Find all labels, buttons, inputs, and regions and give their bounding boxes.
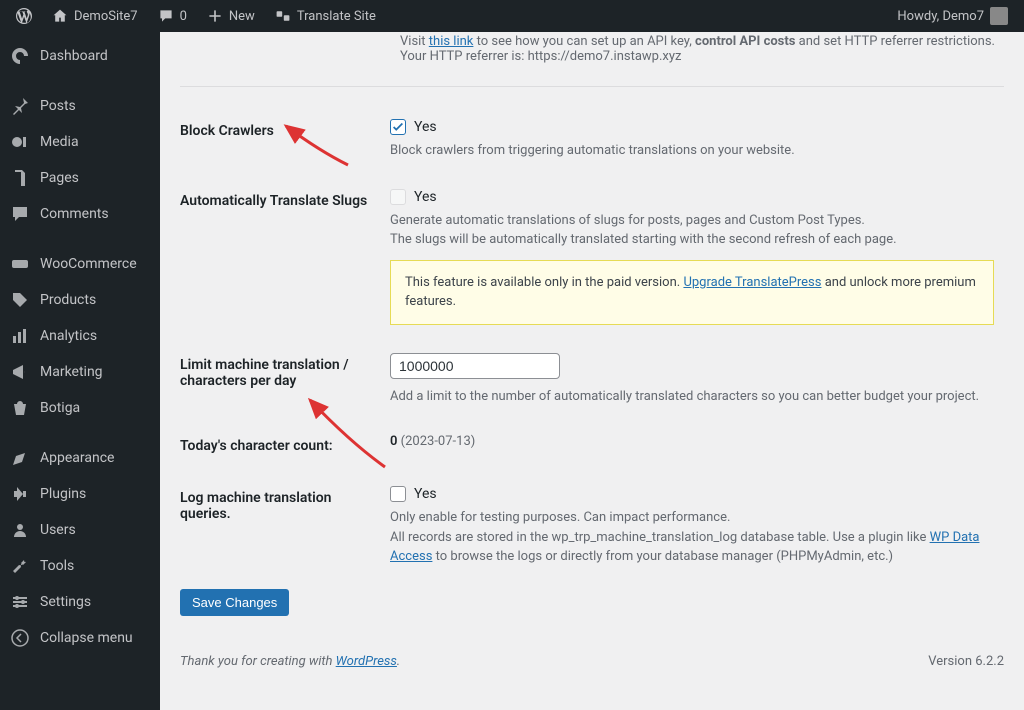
sidebar-item-marketing[interactable]: Marketing [0, 354, 160, 390]
plus-icon [207, 8, 223, 24]
users-icon [10, 520, 30, 540]
sidebar-item-comments[interactable]: Comments [0, 196, 160, 232]
truncated-text: Visit this link to see how you can set u… [400, 32, 1004, 74]
footer: Thank you for creating with WordPress. V… [160, 636, 1024, 677]
sidebar-item-media[interactable]: Media [0, 124, 160, 160]
api-link[interactable]: this link [429, 34, 474, 49]
marketing-icon [10, 362, 30, 382]
dashboard-icon [10, 46, 30, 66]
wordpress-icon [16, 8, 32, 24]
botiga-icon [10, 398, 30, 418]
sidebar-item-appearance[interactable]: Appearance [0, 440, 160, 476]
limit-input[interactable] [390, 353, 560, 379]
checkbox-label: Yes [414, 189, 437, 205]
tools-icon [10, 556, 30, 576]
sidebar-label: Tools [40, 558, 74, 574]
settings-icon [10, 592, 30, 612]
admin-sidebar: Dashboard Posts Media Pages Comments Woo… [0, 32, 160, 710]
sidebar-label: WooCommerce [40, 256, 137, 272]
site-link[interactable]: DemoSite7 [44, 0, 146, 32]
comment-icon [158, 8, 174, 24]
sidebar-item-settings[interactable]: Settings [0, 584, 160, 620]
content-area: Visit this link to see how you can set u… [160, 32, 1024, 710]
sidebar-item-pages[interactable]: Pages [0, 160, 160, 196]
translate-link[interactable]: Translate Site [267, 0, 384, 32]
sidebar-label: Analytics [40, 328, 97, 344]
new-link[interactable]: New [199, 0, 263, 32]
upgrade-notice: This feature is available only in the pa… [390, 260, 994, 325]
comments-link[interactable]: 0 [150, 0, 195, 32]
howdy-link[interactable]: Howdy, Demo7 [889, 0, 1016, 32]
field-desc: Only enable for testing purposes. Can im… [390, 508, 994, 567]
field-desc: Add a limit to the number of automatical… [390, 387, 994, 407]
sidebar-label: Products [40, 292, 96, 308]
sidebar-label: Botiga [40, 400, 80, 416]
today-count-date: (2023-07-13) [397, 434, 475, 449]
auto-slugs-checkbox[interactable] [390, 189, 406, 205]
sidebar-label: Media [40, 134, 79, 150]
sidebar-item-posts[interactable]: Posts [0, 88, 160, 124]
sidebar-item-dashboard[interactable]: Dashboard [0, 38, 160, 74]
sidebar-collapse[interactable]: Collapse menu [0, 620, 160, 656]
block-crawlers-checkbox[interactable] [390, 119, 406, 135]
wp-logo[interactable] [8, 0, 40, 32]
field-desc: Generate automatic translations of slugs… [390, 211, 994, 250]
products-icon [10, 290, 30, 310]
sidebar-label: Posts [40, 98, 76, 114]
home-icon [52, 8, 68, 24]
woo-icon [10, 254, 30, 274]
sidebar-item-users[interactable]: Users [0, 512, 160, 548]
sidebar-label: Appearance [40, 450, 114, 466]
sidebar-label: Users [40, 522, 76, 538]
sidebar-item-tools[interactable]: Tools [0, 548, 160, 584]
collapse-icon [10, 628, 30, 648]
comments-count: 0 [180, 9, 187, 24]
field-desc: Block crawlers from triggering automatic… [390, 141, 994, 161]
checkbox-label: Yes [414, 119, 437, 135]
sidebar-label: Plugins [40, 486, 86, 502]
upgrade-link[interactable]: Upgrade TranslatePress [683, 275, 821, 290]
sidebar-item-products[interactable]: Products [0, 282, 160, 318]
row-label-auto-slugs: Automatically Translate Slugs [180, 175, 390, 339]
row-label-today-count: Today's character count: [180, 420, 390, 472]
new-label: New [229, 9, 255, 24]
comment-icon [10, 204, 30, 224]
appearance-icon [10, 448, 30, 468]
pages-icon [10, 168, 30, 188]
sidebar-label: Dashboard [40, 48, 108, 64]
log-queries-checkbox[interactable] [390, 486, 406, 502]
wordpress-link[interactable]: WordPress [336, 654, 397, 669]
plugins-icon [10, 484, 30, 504]
translate-icon [275, 8, 291, 24]
media-icon [10, 132, 30, 152]
translate-label: Translate Site [297, 9, 376, 24]
collapse-label: Collapse menu [40, 630, 133, 646]
row-label-log-queries: Log machine translation queries. [180, 472, 390, 581]
sidebar-item-woocommerce[interactable]: WooCommerce [0, 246, 160, 282]
sidebar-item-analytics[interactable]: Analytics [0, 318, 160, 354]
row-label-block-crawlers: Block Crawlers [180, 105, 390, 175]
pin-icon [10, 96, 30, 116]
checkbox-label: Yes [414, 486, 437, 502]
row-label-limit: Limit machine translation / characters p… [180, 339, 390, 421]
save-button[interactable]: Save Changes [180, 589, 289, 616]
analytics-icon [10, 326, 30, 346]
sidebar-label: Comments [40, 206, 109, 222]
howdy-text: Howdy, Demo7 [897, 9, 984, 24]
sidebar-label: Pages [40, 170, 79, 186]
avatar [990, 7, 1008, 25]
sidebar-label: Marketing [40, 364, 103, 380]
sidebar-item-plugins[interactable]: Plugins [0, 476, 160, 512]
sidebar-label: Settings [40, 594, 91, 610]
sidebar-item-botiga[interactable]: Botiga [0, 390, 160, 426]
admin-bar: DemoSite7 0 New Translate Site Howdy, De… [0, 0, 1024, 32]
version-text: Version 6.2.2 [928, 654, 1004, 669]
site-name: DemoSite7 [74, 9, 138, 24]
